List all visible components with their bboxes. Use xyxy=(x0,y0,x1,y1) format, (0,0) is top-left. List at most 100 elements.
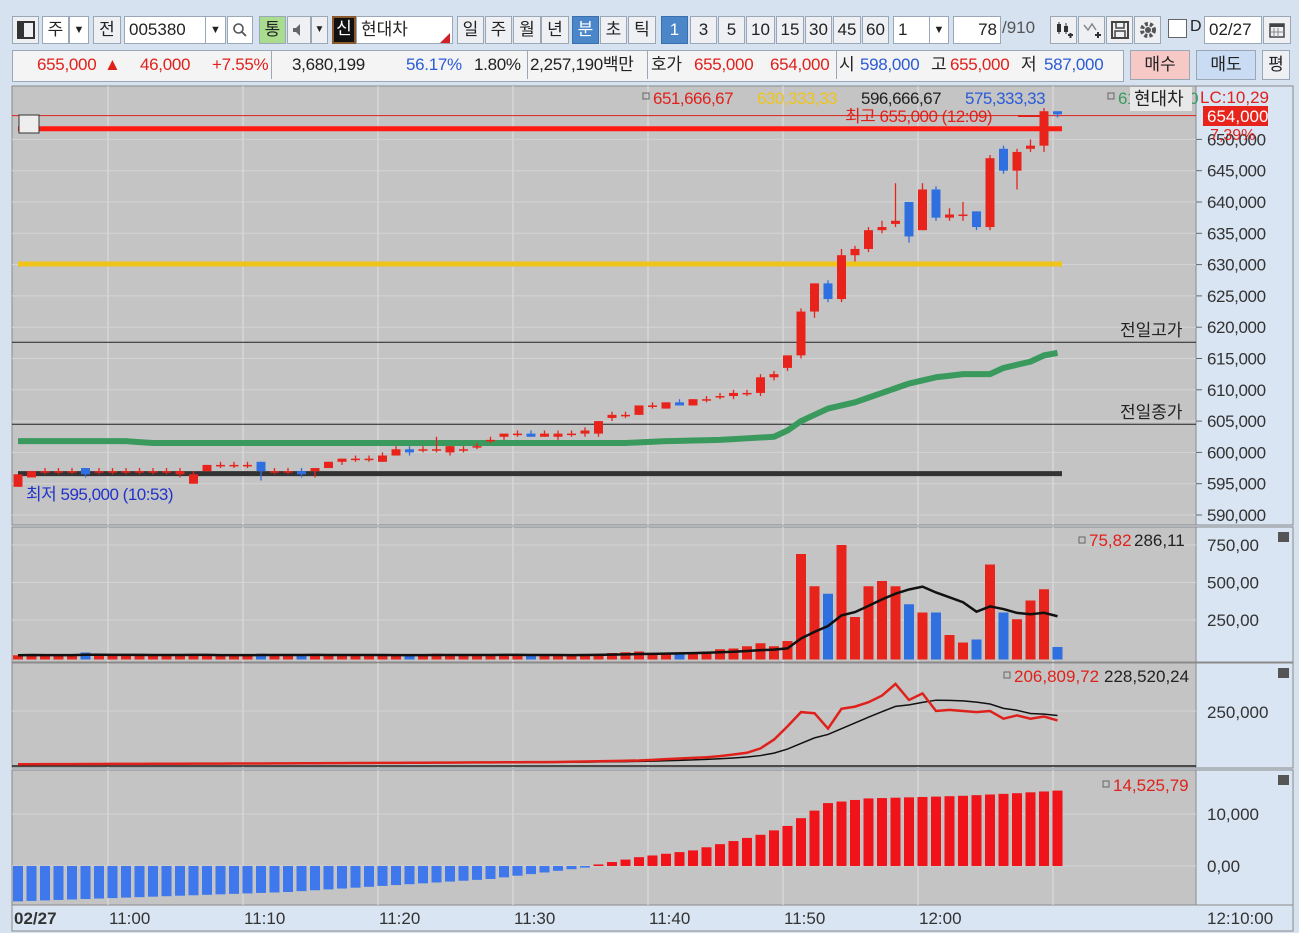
oscillator-bar xyxy=(634,857,644,866)
candle-up xyxy=(513,433,522,436)
price-tick-label: 600,000 xyxy=(1207,443,1266,462)
candle-up xyxy=(567,433,576,436)
candle-up xyxy=(418,449,428,451)
oscillator-bar xyxy=(431,866,442,883)
candle-up xyxy=(985,158,995,228)
volume-legend-value: 75,82 xyxy=(1089,531,1132,550)
name-tag: 현대차 xyxy=(1134,89,1184,109)
price-level-label: 전일종가 xyxy=(1120,403,1183,422)
candle-up xyxy=(283,471,293,473)
volume-bar xyxy=(998,612,1009,660)
volume-bar xyxy=(1052,647,1063,660)
candle-up xyxy=(270,471,279,473)
obv-legend-signal: 228,520,24 xyxy=(1104,667,1189,686)
candle-up xyxy=(486,439,495,442)
volume-legend-ma: 286,11 xyxy=(1134,531,1185,550)
oscillator-bar xyxy=(958,795,968,866)
legend-value: 630,333,33 xyxy=(757,89,837,108)
candle-up xyxy=(715,396,725,398)
oscillator-bar xyxy=(1025,792,1036,866)
oscillator-bar xyxy=(701,847,712,866)
oscillator-bar xyxy=(688,850,698,866)
candle-up xyxy=(351,458,360,461)
volume-bar xyxy=(782,641,793,660)
candle-up xyxy=(850,248,860,256)
oscillator-bar xyxy=(715,844,725,866)
candle-down xyxy=(999,148,1008,171)
candle-up xyxy=(661,402,671,409)
oscillator-bar xyxy=(13,866,23,902)
volume-bar xyxy=(971,639,982,660)
oscillator-bar xyxy=(553,866,563,871)
plot-panel xyxy=(11,85,1197,526)
time-tick-label: 11:40 xyxy=(649,909,690,928)
candle-up xyxy=(553,433,563,437)
candle-up xyxy=(189,474,198,484)
oscillator-bar xyxy=(755,834,766,866)
current-price-label: 654,000 xyxy=(1207,107,1268,126)
volume-tick-label: 500,00 xyxy=(1207,574,1259,593)
candle-down xyxy=(904,202,914,237)
candle-up xyxy=(756,377,765,393)
candle-up xyxy=(27,471,36,478)
oscillator-bar xyxy=(1052,790,1063,866)
panel-close-icon[interactable] xyxy=(1278,532,1289,542)
panel-close-icon[interactable] xyxy=(1278,668,1289,678)
volume-bar xyxy=(958,642,968,660)
candle-up xyxy=(391,449,401,456)
oscillator-bar xyxy=(836,801,847,866)
oscillator-bar xyxy=(863,798,874,866)
candle-up xyxy=(472,446,482,448)
stock-chart[interactable]: 590,000 595,000 600,000 605,000 610,000 615,0… xyxy=(0,0,1299,933)
volume-bar xyxy=(985,564,995,660)
price-tick-label: 615,000 xyxy=(1207,350,1266,369)
candle-down xyxy=(823,283,833,300)
candle-up xyxy=(621,414,630,417)
price-tick-label: 620,000 xyxy=(1207,318,1266,337)
candle-up xyxy=(229,464,239,467)
volume-bar xyxy=(890,586,901,660)
oscillator-bar xyxy=(350,866,361,888)
oscillator-bar xyxy=(256,866,266,893)
candle-up xyxy=(540,433,549,437)
oscillator-bar xyxy=(877,798,887,866)
oscillator-bar xyxy=(769,830,779,866)
oscillator-bar xyxy=(107,866,118,899)
oscillator-bar xyxy=(134,866,145,898)
volume-bar xyxy=(877,581,887,660)
oscillator-bar xyxy=(310,866,320,891)
legend-value: 575,333,33 xyxy=(965,89,1045,108)
oscillator-bar xyxy=(404,866,415,885)
price-tick-label: 640,000 xyxy=(1207,193,1266,212)
oscillator-bar xyxy=(674,852,685,866)
oscillator-bar xyxy=(418,866,428,884)
panel-close-icon[interactable] xyxy=(1278,775,1289,785)
oscillator-bar xyxy=(26,866,37,901)
oscillator-bar xyxy=(175,866,185,896)
oscillator-tick-label: 0,00 xyxy=(1207,857,1240,876)
price-tick-label: 645,000 xyxy=(1207,162,1266,181)
candle-up xyxy=(796,311,806,356)
oscillator-bar xyxy=(377,866,388,886)
candle-up xyxy=(594,421,603,434)
oscillator-bar xyxy=(890,797,901,866)
candle-up xyxy=(445,446,455,453)
price-tick-label: 595,000 xyxy=(1207,475,1266,494)
candle-up xyxy=(108,471,117,473)
oscillator-bar xyxy=(782,825,793,866)
candle-up xyxy=(337,458,347,462)
obv-tick-label: 250,000 xyxy=(1207,703,1268,722)
candle-up xyxy=(459,449,468,451)
candle-down xyxy=(972,211,981,228)
price-tick-label: 605,000 xyxy=(1207,412,1266,431)
time-tick-label: 12:00 xyxy=(919,909,962,928)
oscillator-bar xyxy=(661,853,671,866)
volume-bar xyxy=(809,586,820,660)
oscillator-bar xyxy=(202,866,212,895)
candle-down xyxy=(256,461,266,472)
oscillator-bar xyxy=(283,866,293,892)
candle-up xyxy=(216,464,225,467)
volume-bar xyxy=(944,635,955,660)
volume-tick-label: 750,00 xyxy=(1207,536,1259,555)
candle-up xyxy=(918,189,927,231)
